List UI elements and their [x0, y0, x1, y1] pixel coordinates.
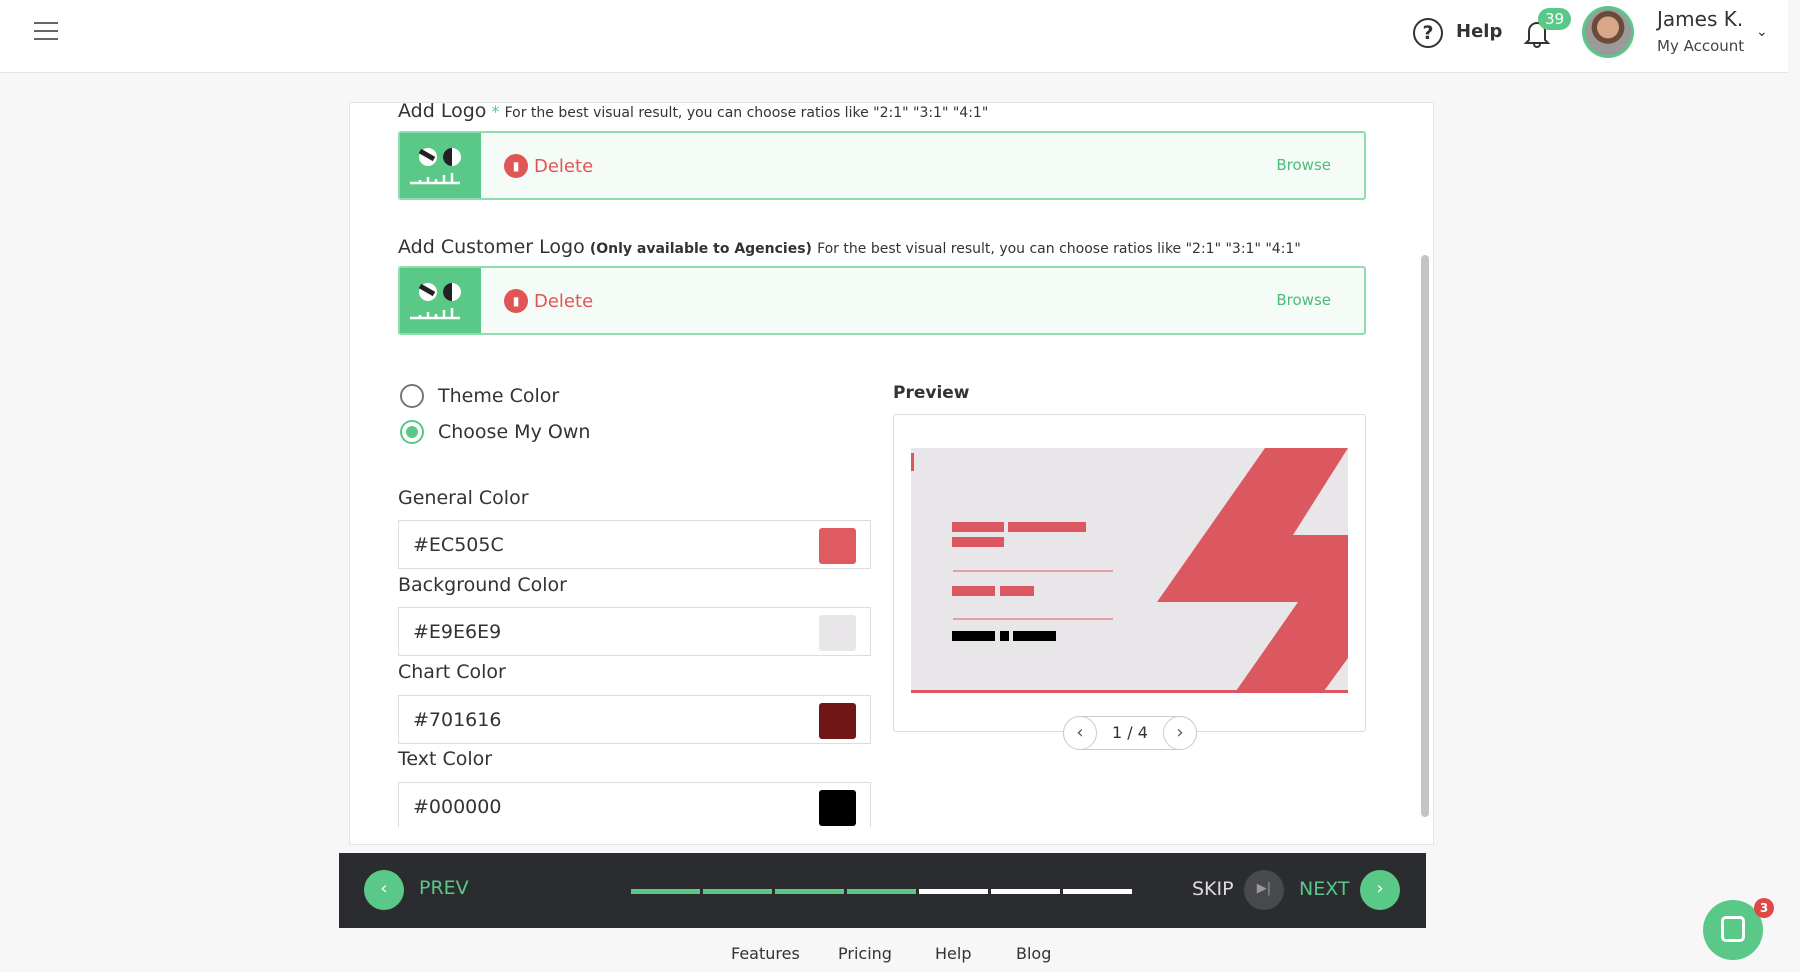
general-color-input[interactable]: #EC505C: [398, 520, 871, 569]
color-swatch[interactable]: [819, 615, 856, 651]
progress-steps: [631, 853, 1134, 928]
agency-qualifier: (Only available to Agencies): [589, 241, 812, 257]
scrollbar[interactable]: [1421, 255, 1429, 817]
delete-customer-logo-button[interactable]: ▮ Delete: [504, 289, 593, 313]
top-header: ? Help 39 James K. My Account ⌄: [0, 0, 1788, 73]
progress-step: [703, 889, 772, 894]
delete-label: Delete: [534, 155, 594, 177]
theme-color-label[interactable]: Theme Color: [438, 385, 559, 407]
chevron-right-icon[interactable]: ›: [1163, 716, 1197, 750]
add-logo-note: For the best visual result, you can choo…: [504, 105, 989, 121]
color-swatch[interactable]: [819, 528, 856, 564]
next-button[interactable]: ›: [1360, 870, 1400, 910]
browse-logo-button[interactable]: Browse: [1276, 156, 1331, 174]
help-icon[interactable]: ?: [1413, 18, 1443, 48]
radio-choose-my-own[interactable]: [400, 420, 424, 444]
skip-label[interactable]: SKIP: [1192, 878, 1234, 900]
footer-link-help[interactable]: Help: [935, 944, 971, 963]
color-swatch[interactable]: [819, 703, 856, 739]
prev-button[interactable]: ‹: [364, 870, 404, 910]
progress-step: [1063, 889, 1132, 894]
text-color-input[interactable]: #000000: [398, 782, 871, 827]
customer-logo-note: For the best visual result, you can choo…: [817, 241, 1301, 257]
footer-link-pricing[interactable]: Pricing: [838, 944, 892, 963]
required-mark: *: [491, 102, 500, 121]
add-logo-title: Add Logo: [398, 100, 487, 122]
help-link[interactable]: Help: [1456, 21, 1502, 42]
delete-label: Delete: [534, 290, 594, 312]
progress-step: [991, 889, 1060, 894]
skip-icon[interactable]: ▶|: [1244, 870, 1284, 910]
wizard-bar: ‹ PREV SKIP ▶| NEXT ›: [339, 853, 1426, 928]
logo-upload: ▮ Delete Browse: [398, 131, 1366, 200]
color-value: #701616: [413, 709, 502, 731]
progress-step: [847, 889, 916, 894]
logo-image: [400, 133, 481, 198]
choose-my-own-label[interactable]: Choose My Own: [438, 421, 590, 443]
chart-color-label: Chart Color: [398, 661, 506, 683]
progress-step: [919, 889, 988, 894]
chevron-down-icon[interactable]: ⌄: [1756, 24, 1768, 40]
chat-badge: 3: [1754, 898, 1774, 918]
background-color-input[interactable]: #E9E6E9: [398, 607, 871, 656]
add-logo-heading: Add Logo * For the best visual result, y…: [398, 100, 988, 122]
user-name[interactable]: James K.: [1657, 7, 1743, 31]
menu-icon[interactable]: [34, 22, 58, 40]
page-indicator: 1 / 4: [1112, 723, 1148, 742]
color-swatch[interactable]: [819, 790, 856, 826]
radio-theme-color[interactable]: [400, 384, 424, 408]
delete-logo-button[interactable]: ▮ Delete: [504, 154, 593, 178]
preview-title: Preview: [893, 383, 970, 403]
color-value: #000000: [413, 796, 502, 818]
customer-logo-image: [400, 268, 481, 333]
color-value: #E9E6E9: [413, 621, 502, 643]
background-color-label: Background Color: [398, 574, 567, 596]
text-color-label: Text Color: [398, 748, 493, 770]
browse-customer-logo-button[interactable]: Browse: [1276, 291, 1331, 309]
next-label[interactable]: NEXT: [1299, 878, 1350, 900]
progress-step: [631, 889, 700, 894]
general-color-label: General Color: [398, 487, 529, 509]
notification-badge: 39: [1538, 8, 1572, 30]
chat-icon: [1721, 916, 1745, 942]
trash-icon: ▮: [504, 154, 528, 178]
customer-logo-upload: ▮ Delete Browse: [398, 266, 1366, 335]
avatar[interactable]: [1582, 6, 1634, 58]
progress-step: [775, 889, 844, 894]
preview-panel: [893, 414, 1366, 732]
chart-color-input[interactable]: #701616: [398, 695, 871, 744]
prev-label[interactable]: PREV: [419, 877, 469, 899]
trash-icon: ▮: [504, 289, 528, 313]
chevron-left-icon[interactable]: ‹: [1063, 716, 1097, 750]
customer-logo-heading: Add Customer Logo (Only available to Age…: [398, 236, 1301, 258]
my-account-link[interactable]: My Account: [1657, 37, 1744, 55]
preview-slide: [911, 448, 1348, 693]
color-value: #EC505C: [413, 534, 504, 556]
footer-link-blog[interactable]: Blog: [1016, 944, 1051, 963]
customer-logo-title: Add Customer Logo: [398, 236, 585, 258]
footer-link-features[interactable]: Features: [731, 944, 800, 963]
